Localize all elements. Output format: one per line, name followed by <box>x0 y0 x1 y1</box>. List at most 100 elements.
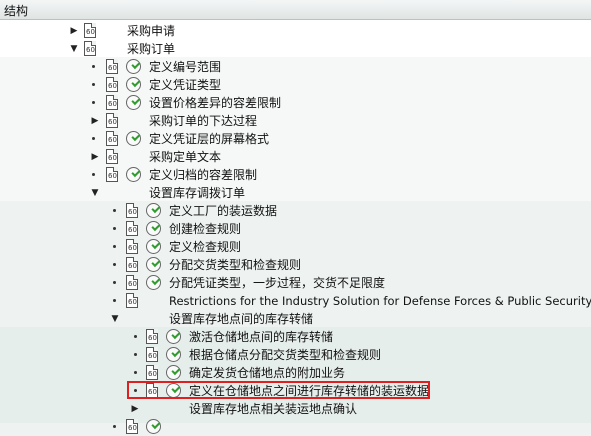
document-icon: 60 <box>106 131 118 146</box>
bullet-icon <box>113 263 116 266</box>
tree-node-label: 设置库存地点间的库存转储 <box>169 312 314 326</box>
tree-node-screen-layout[interactable]: 60 定义凭证层的屏幕格式 <box>0 130 591 148</box>
tree-node-label: 定义归档的容差限制 <box>149 168 258 182</box>
bullet-icon <box>134 335 137 338</box>
bullet-icon <box>92 101 95 104</box>
bullet-icon <box>92 137 95 140</box>
execute-clock-icon[interactable] <box>166 347 181 362</box>
tree-node-plant-shipping-data[interactable]: 60 定义工厂的装运数据 <box>0 202 591 220</box>
tree-node-archiving-tolerance[interactable]: 60 定义归档的容差限制 <box>0 166 591 184</box>
tree-node-purchase-requisition[interactable]: ▶ 60 采购申请 <box>0 22 591 40</box>
tree-node-label: 根据仓储点分配交货类型和检查规则 <box>189 348 382 362</box>
tree-node-label: 定义工厂的装运数据 <box>169 204 278 218</box>
tree-node-additional-business[interactable]: 60 确定发货仓储地点的附加业务 <box>0 364 591 382</box>
execute-clock-icon[interactable] <box>146 275 161 290</box>
document-icon: 60 <box>126 419 138 434</box>
document-icon: 60 <box>106 113 118 128</box>
tree-node-label: 分配凭证类型，一步过程，交货不足限度 <box>169 276 386 290</box>
tree-node-stock-transport-order[interactable]: ▼ 设置库存调拨订单 <box>0 184 591 202</box>
execute-clock-icon[interactable] <box>126 77 141 92</box>
collapse-arrow-icon[interactable]: ▼ <box>90 188 100 198</box>
tree-node-po-texts[interactable]: ▶ 60 采购定单文本 <box>0 148 591 166</box>
document-icon: 60 <box>146 365 158 380</box>
tree-node-create-checking-rule[interactable]: 60 创建检查规则 <box>0 220 591 238</box>
tree-node-activate-transfer[interactable]: 60 激活仓储地点间的库存转储 <box>0 328 591 346</box>
tree-node-label: 定义检查规则 <box>169 240 242 254</box>
execute-clock-icon[interactable] <box>126 131 141 146</box>
execute-clock-icon[interactable] <box>146 419 161 434</box>
tree-node-price-tolerance[interactable]: 60 设置价格差异的容差限制 <box>0 94 591 112</box>
tree-node-label: 分配交货类型和检查规则 <box>169 258 302 272</box>
bullet-icon <box>113 299 116 302</box>
tree-node-assign-by-storage[interactable]: 60 根据仓储点分配交货类型和检查规则 <box>0 346 591 364</box>
tree-node-define-checking-rule[interactable]: 60 定义检查规则 <box>0 238 591 256</box>
document-icon: 60 <box>106 167 118 182</box>
execute-clock-icon[interactable] <box>126 59 141 74</box>
bullet-icon <box>134 371 137 374</box>
tree-node-label: 采购订单的下达过程 <box>149 114 258 128</box>
expand-arrow-icon[interactable]: ▶ <box>90 116 100 126</box>
tree-node-label: 采购订单 <box>127 42 176 56</box>
tree-node-label: 定义在仓储地点之间进行库存转储的装运数据 <box>189 384 430 398</box>
document-icon: 60 <box>146 347 158 362</box>
bullet-icon <box>134 389 137 392</box>
collapse-arrow-icon[interactable]: ▼ <box>110 314 120 324</box>
bullet-icon <box>113 281 116 284</box>
bullet-icon <box>113 425 116 428</box>
bullet-icon <box>92 83 95 86</box>
tree-node-label: 设置库存地点相关装运地点确认 <box>189 402 358 416</box>
bullet-icon <box>92 65 95 68</box>
tree-node-label: 定义编号范围 <box>149 60 222 74</box>
tree-node-partial[interactable]: 60 <box>0 418 591 436</box>
execute-clock-icon[interactable] <box>146 221 161 236</box>
document-icon: 60 <box>106 149 118 164</box>
structure-title: 结构 <box>4 4 29 18</box>
tree-node-release-procedure[interactable]: ▶ 60 采购订单的下达过程 <box>0 112 591 130</box>
execute-clock-icon[interactable] <box>146 203 161 218</box>
document-icon: 60 <box>126 203 138 218</box>
tree-node-assign-delivery-type[interactable]: 60 分配交货类型和检查规则 <box>0 256 591 274</box>
tree-node-document-types[interactable]: 60 定义凭证类型 <box>0 76 591 94</box>
execute-clock-icon[interactable] <box>166 383 181 398</box>
execute-clock-icon[interactable] <box>166 329 181 344</box>
tree-node-label: 设置价格差异的容差限制 <box>149 96 282 110</box>
execute-clock-icon[interactable] <box>126 167 141 182</box>
tree-node-industry-restrictions[interactable]: 60 Restrictions for the Industry Solutio… <box>0 292 591 310</box>
tree-node-shipping-data-transfer[interactable]: 60 定义在仓储地点之间进行库存转储的装运数据 <box>0 382 591 400</box>
execute-clock-icon[interactable] <box>166 365 181 380</box>
bullet-icon <box>113 245 116 248</box>
tree-node-label: 采购申请 <box>127 24 176 38</box>
collapse-arrow-icon[interactable]: ▼ <box>69 44 79 54</box>
tree-node-label: 定义凭证层的屏幕格式 <box>149 132 270 146</box>
tree-node-purchase-order[interactable]: ▼ 60 采购订单 <box>0 40 591 58</box>
structure-header: 结构 <box>0 0 591 20</box>
document-icon: 60 <box>84 41 96 56</box>
expand-arrow-icon[interactable]: ▶ <box>69 26 79 36</box>
tree-node-number-ranges[interactable]: 60 定义编号范围 <box>0 58 591 76</box>
document-icon: 60 <box>126 221 138 236</box>
tree-node-label: 创建检查规则 <box>169 222 242 236</box>
execute-clock-icon[interactable] <box>146 239 161 254</box>
tree-node-shipping-point-determination[interactable]: ▶ 设置库存地点相关装运地点确认 <box>0 400 591 418</box>
execute-clock-icon[interactable] <box>126 95 141 110</box>
document-icon: 60 <box>84 23 96 38</box>
tree-node-assign-document-type[interactable]: 60 分配凭证类型，一步过程，交货不足限度 <box>0 274 591 292</box>
tree-node-label: 采购定单文本 <box>149 150 222 164</box>
tree-node-storage-location-transfer[interactable]: ▼ 设置库存地点间的库存转储 <box>0 310 591 328</box>
tree-node-label: 激活仓储地点间的库存转储 <box>189 330 334 344</box>
document-icon: 60 <box>126 239 138 254</box>
tree-node-label: 定义凭证类型 <box>149 78 222 92</box>
tree-node-label: 确定发货仓储地点的附加业务 <box>189 366 346 380</box>
bullet-icon <box>92 173 95 176</box>
expand-arrow-icon[interactable]: ▶ <box>90 152 100 162</box>
bullet-icon <box>113 227 116 230</box>
document-icon: 60 <box>146 383 158 398</box>
tree-node-label: Restrictions for the Industry Solution f… <box>169 294 591 308</box>
document-icon: 60 <box>126 257 138 272</box>
document-icon: 60 <box>106 95 118 110</box>
bullet-icon <box>113 209 116 212</box>
document-icon: 60 <box>126 293 138 308</box>
execute-clock-icon[interactable] <box>146 257 161 272</box>
expand-arrow-icon[interactable]: ▶ <box>130 404 140 414</box>
document-icon: 60 <box>126 275 138 290</box>
